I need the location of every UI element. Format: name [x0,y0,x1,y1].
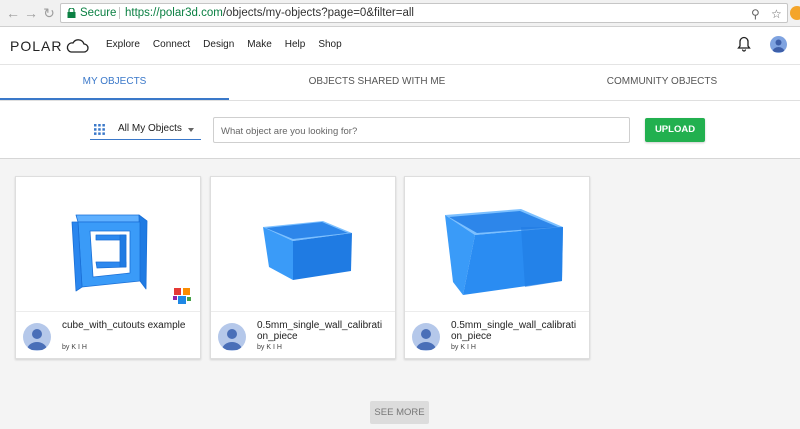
app-header: POLAR Explore Connect Design Make Help S… [0,27,800,65]
chevron-down-icon [188,128,194,132]
nav-connect[interactable]: Connect [153,39,190,50]
object-title[interactable]: cube_with_cutouts example [62,320,192,331]
active-tab-indicator [0,98,229,100]
nav-help[interactable]: Help [285,39,306,50]
filter-bar: All My Objects UPLOAD [0,101,800,159]
user-icon [412,323,440,351]
object-tabs: MY OBJECTS OBJECTS SHARED WITH ME COMMUN… [0,65,800,101]
object-title[interactable]: 0.5mm_single_wall_calibration_piece [257,320,387,342]
search-input[interactable] [221,123,621,139]
extension-icon[interactable] [790,6,800,20]
logo[interactable]: POLAR [10,36,90,56]
address-bar[interactable]: Secure https://polar3d.com/objects/my-ob… [60,3,788,23]
url-path: /objects/my-objects?page=0&filter=all [222,7,414,19]
url-text: https://polar3d.com/objects/my-objects?p… [125,4,414,22]
tab-community-objects[interactable]: COMMUNITY OBJECTS [548,65,776,101]
main-nav: Explore Connect Design Make Help Shop [106,39,355,50]
nav-shop[interactable]: Shop [318,39,341,50]
remix-badge-icon [173,288,191,304]
filter-selected-value: All My Objects [118,123,182,134]
object-thumbnail[interactable] [211,177,395,311]
upload-button[interactable]: UPLOAD [645,118,705,142]
nav-make[interactable]: Make [247,39,271,50]
grid-icon [94,124,105,135]
user-icon [218,323,246,351]
bell-icon[interactable] [737,36,751,52]
forward-arrow-icon[interactable]: → [22,4,40,22]
card-footer: cube_with_cutouts example by K I H [16,311,200,359]
nav-explore[interactable]: Explore [106,39,140,50]
object-card[interactable]: 0.5mm_single_wall_calibration_piece by K… [210,176,396,359]
user-icon [23,323,51,351]
object-card[interactable]: cube_with_cutouts example by K I H [15,176,201,359]
omnibox-separator [119,7,120,19]
object-title[interactable]: 0.5mm_single_wall_calibration_piece [451,320,581,342]
star-icon[interactable]: ☆ [771,5,782,22]
nav-design[interactable]: Design [203,39,234,50]
lock-icon [67,8,76,18]
object-filter-dropdown[interactable]: All My Objects [90,120,201,140]
account-icon[interactable] [770,36,787,53]
object-author[interactable]: by K I H [62,344,87,351]
browser-toolbar: ← → ↻ Secure https://polar3d.com/objects… [0,0,800,27]
card-footer: 0.5mm_single_wall_calibration_piece by K… [405,311,589,359]
tab-my-objects[interactable]: MY OBJECTS [0,65,229,101]
cloud-logo-icon [67,39,90,53]
object-thumbnail[interactable] [405,177,589,311]
secure-label: Secure [80,7,117,19]
url-host: https://polar3d.com [125,7,223,19]
search-box [213,117,630,143]
zoom-icon[interactable]: ⚲ [751,5,760,22]
see-more-button[interactable]: SEE MORE [370,401,429,424]
card-footer: 0.5mm_single_wall_calibration_piece by K… [211,311,395,359]
objects-grid: cube_with_cutouts example by K I H 0.5mm… [0,159,800,429]
reload-icon[interactable]: ↻ [40,4,58,22]
object-author[interactable]: by K I H [451,344,476,351]
back-arrow-icon[interactable]: ← [4,4,22,22]
tab-shared-with-me[interactable]: OBJECTS SHARED WITH ME [262,65,492,101]
object-author[interactable]: by K I H [257,344,282,351]
object-card[interactable]: 0.5mm_single_wall_calibration_piece by K… [404,176,590,359]
logo-text: POLAR [10,38,63,54]
